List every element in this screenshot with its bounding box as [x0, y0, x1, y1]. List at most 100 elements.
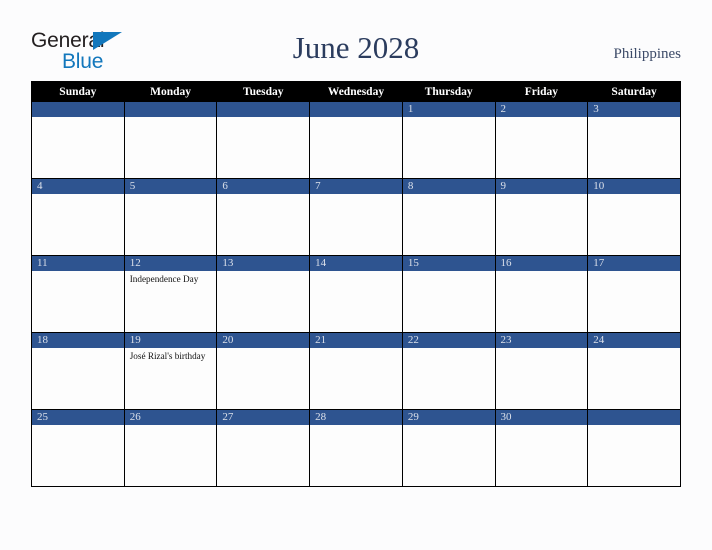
calendar-day-cell[interactable]: 7: [309, 178, 403, 256]
day-events: [403, 271, 495, 274]
calendar-day-cell[interactable]: 2: [494, 101, 589, 179]
day-events: [588, 348, 680, 351]
calendar-day-cell[interactable]: 27: [216, 409, 311, 487]
weekday-header-sunday: Sunday: [31, 81, 125, 102]
page-header: General Blue June 2028 Philippines: [0, 0, 712, 78]
calendar-day-cell[interactable]: 16: [494, 255, 589, 333]
day-number: 20: [217, 333, 310, 348]
calendar-week-row: 11 12 Independence Day 13 14 15 16 17: [31, 255, 681, 333]
calendar-day-cell[interactable]: 11: [31, 255, 125, 333]
calendar-day-cell[interactable]: 29: [401, 409, 496, 487]
day-events: [125, 194, 217, 197]
calendar-day-cell[interactable]: 6: [216, 178, 311, 256]
day-events: [310, 117, 402, 120]
calendar-day-cell[interactable]: 15: [401, 255, 496, 333]
day-events: [496, 348, 588, 351]
day-number: 17: [588, 256, 680, 271]
day-number: [124, 102, 217, 117]
weekday-header-thursday: Thursday: [401, 81, 496, 102]
calendar-day-cell[interactable]: [587, 409, 681, 487]
calendar-week-row: 4 5 6 7 8 9 10: [31, 178, 681, 256]
day-events: [403, 425, 495, 428]
holiday-event: José Rizal's birthday: [129, 351, 206, 361]
day-number: 23: [495, 333, 588, 348]
calendar-day-cell[interactable]: 13: [216, 255, 311, 333]
calendar-day-cell[interactable]: [31, 101, 125, 179]
calendar-day-cell[interactable]: 30: [494, 409, 589, 487]
weekday-header-tuesday: Tuesday: [216, 81, 311, 102]
calendar-day-cell[interactable]: [309, 101, 403, 179]
day-number: 24: [588, 333, 680, 348]
day-events: [125, 117, 217, 120]
day-number: [588, 410, 680, 425]
calendar-day-cell[interactable]: 26: [123, 409, 218, 487]
day-number: [310, 102, 402, 117]
day-number: 18: [32, 333, 124, 348]
day-events: [32, 348, 124, 351]
calendar-day-cell[interactable]: 21: [309, 332, 403, 410]
calendar-page: General Blue June 2028 Philippines Sunda…: [0, 0, 712, 550]
calendar-day-cell[interactable]: 20: [216, 332, 311, 410]
day-number: 29: [402, 410, 495, 425]
day-number: 3: [588, 102, 680, 117]
day-number: 1: [402, 102, 495, 117]
page-title: June 2028: [292, 30, 420, 65]
day-events: [32, 117, 124, 120]
calendar-day-cell[interactable]: 18: [31, 332, 125, 410]
calendar-week-row: 18 19 José Rizal's birthday 20 21 22 23 24: [31, 332, 681, 410]
day-number: 11: [32, 256, 124, 271]
calendar-day-cell[interactable]: 3: [587, 101, 681, 179]
day-events: [496, 425, 588, 428]
day-number: 16: [495, 256, 588, 271]
day-events: [217, 194, 309, 197]
calendar-day-cell[interactable]: 22: [401, 332, 496, 410]
calendar-day-cell[interactable]: 12 Independence Day: [123, 255, 218, 333]
calendar-day-cell[interactable]: 25: [31, 409, 125, 487]
day-events: [217, 117, 309, 120]
calendar-day-cell[interactable]: [216, 101, 311, 179]
day-number: [217, 102, 310, 117]
day-number: [32, 102, 124, 117]
day-number: 25: [32, 410, 124, 425]
day-number: 13: [217, 256, 310, 271]
calendar-day-cell[interactable]: 28: [309, 409, 403, 487]
day-events: [125, 425, 217, 428]
day-number: 26: [124, 410, 217, 425]
day-number: 7: [310, 179, 402, 194]
day-events: [310, 271, 402, 274]
calendar-day-cell[interactable]: 4: [31, 178, 125, 256]
day-number: 14: [310, 256, 402, 271]
calendar-week-row: 25 26 27 28 29 30: [31, 409, 681, 487]
calendar-day-cell[interactable]: 9: [494, 178, 589, 256]
calendar-day-cell[interactable]: [123, 101, 218, 179]
calendar-day-cell[interactable]: 14: [309, 255, 403, 333]
calendar-day-cell[interactable]: 8: [401, 178, 496, 256]
day-events: [588, 425, 680, 428]
day-number: 21: [310, 333, 402, 348]
day-number: 19: [124, 333, 217, 348]
day-number: 28: [310, 410, 402, 425]
day-number: 8: [402, 179, 495, 194]
weekday-header-row: Sunday Monday Tuesday Wednesday Thursday…: [31, 81, 681, 102]
day-number: 9: [495, 179, 588, 194]
day-number: 4: [32, 179, 124, 194]
calendar-day-cell[interactable]: 19 José Rizal's birthday: [123, 332, 218, 410]
calendar-day-cell[interactable]: 10: [587, 178, 681, 256]
calendar-day-cell[interactable]: 1: [401, 101, 496, 179]
day-events: Independence Day: [125, 271, 217, 285]
day-number: 5: [124, 179, 217, 194]
day-events: [217, 348, 309, 351]
calendar-day-cell[interactable]: 17: [587, 255, 681, 333]
day-events: [588, 271, 680, 274]
day-events: [32, 425, 124, 428]
calendar-day-cell[interactable]: 24: [587, 332, 681, 410]
weekday-header-wednesday: Wednesday: [309, 81, 403, 102]
calendar-day-cell[interactable]: 5: [123, 178, 218, 256]
day-events: [496, 194, 588, 197]
day-events: [403, 194, 495, 197]
day-events: [496, 117, 588, 120]
calendar-day-cell[interactable]: 23: [494, 332, 589, 410]
month-calendar: Sunday Monday Tuesday Wednesday Thursday…: [31, 81, 681, 487]
day-number: 12: [124, 256, 217, 271]
day-events: José Rizal's birthday: [125, 348, 217, 362]
